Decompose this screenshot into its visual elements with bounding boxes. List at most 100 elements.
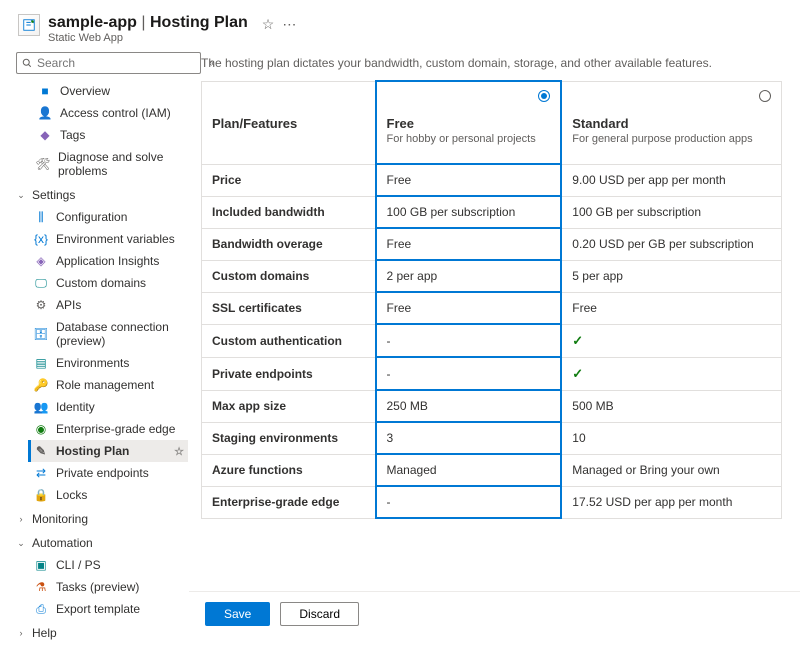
section-name: Hosting Plan [150,14,248,31]
more-icon[interactable]: ⋯ [282,16,296,33]
save-button[interactable]: Save [205,602,270,626]
feature-label: Max app size [202,390,376,422]
feature-value: - [376,324,562,357]
sidebar-item[interactable]: 👥Identity [30,396,188,418]
sidebar-item-label: Configuration [56,210,127,224]
sidebar-item-label: Overview [60,84,110,98]
sidebar-item-icon: ▤ [34,356,48,370]
sidebar-item-label: CLI / PS [56,558,101,572]
sidebar-item-icon: ✎ [34,444,48,458]
chevron-icon: ⌄ [16,190,26,201]
search-input[interactable] [33,56,196,70]
sidebar-item[interactable]: ⎙ Export template [30,598,188,620]
feature-label: Azure functions [202,454,376,486]
sidebar-item[interactable]: 🗄Database connection (preview) [30,316,188,352]
sidebar-item-icon: 👤 [38,106,52,120]
sidebar-item-label: Environments [56,356,129,370]
sidebar-group[interactable]: ›Help [16,620,188,644]
sidebar-item[interactable]: ⇄Private endpoints [30,462,188,484]
sidebar-item[interactable]: ▣ CLI / PS [30,554,188,576]
sidebar-item[interactable]: ✎ Hosting Plan ☆ [30,440,188,462]
sidebar-item-label: Export template [56,602,140,616]
favorite-icon[interactable]: ☆ [262,16,275,33]
sidebar-item-icon: ⚙ [34,298,48,312]
feature-value: - [376,357,562,390]
sidebar-item-icon: ◉ [34,422,48,436]
sidebar-item[interactable]: ◈Application Insights [30,250,188,272]
sidebar-item-label: Application Insights [56,254,159,268]
feature-label: Enterprise-grade edge [202,486,376,518]
feature-value: ✓ [561,357,781,390]
sidebar-item[interactable]: 🔒 Locks [30,484,188,506]
sidebar-item[interactable]: ⫼ Configuration [30,206,188,228]
search-icon [21,57,33,69]
discard-button[interactable]: Discard [280,602,359,626]
check-icon: ✓ [572,366,583,381]
app-name: sample-app [48,14,137,31]
resource-icon [18,14,40,36]
sidebar-item[interactable]: ◆ Tags [16,124,188,146]
sidebar-item-label: Diagnose and solve problems [58,150,184,178]
feature-label: Custom authentication [202,324,376,357]
feature-value: Free [376,164,562,196]
sidebar-item-label: Environment variables [56,232,175,246]
sidebar-item[interactable]: ■Overview [16,80,188,102]
main-content: The hosting plan dictates your bandwidth… [189,48,800,664]
feature-value: Managed or Bring your own [561,454,781,486]
sidebar-nav: ■Overview 👤 Access control (IAM) ◆ Tags 🛠Diag… [16,80,188,644]
sidebar-group[interactable]: ⌄Automation [16,530,188,554]
sidebar-item-label: Hosting Plan [56,444,129,458]
sidebar-group-label: Settings [32,188,75,202]
sidebar-item-icon: ⎙ [34,602,48,616]
feature-value: 5 per app [561,260,781,292]
feature-value: 10 [561,422,781,454]
feature-label: Bandwidth overage [202,228,376,260]
feature-value: 17.52 USD per app per month [561,486,781,518]
pin-icon[interactable]: ☆ [174,445,184,458]
sidebar-item[interactable]: ◉ Enterprise-grade edge [30,418,188,440]
sidebar-item-icon: ◆ [38,128,52,142]
sidebar-item-icon: ▣ [34,558,48,572]
footer-bar: Save Discard [189,591,800,636]
feature-value: Managed [376,454,562,486]
feature-value: 2 per app [376,260,562,292]
sidebar-group[interactable]: ⌄ Settings [16,182,188,206]
feature-value: 100 GB per subscription [376,196,562,228]
feature-value: - [376,486,562,518]
sidebar-item-label: Custom domains [56,276,146,290]
plan-radio[interactable] [538,90,550,105]
plan-header[interactable]: StandardFor general purpose production a… [561,81,781,164]
sidebar-item[interactable]: ⚗Tasks (preview) [30,576,188,598]
sidebar-item[interactable]: ⚙APIs [30,294,188,316]
sidebar-item-label: Access control (IAM) [60,106,171,120]
sidebar-item-label: Locks [56,488,87,502]
sidebar-item-label: Enterprise-grade edge [56,422,175,436]
feature-value: Free [561,292,781,324]
sidebar-item[interactable]: 🛠Diagnose and solve problems [16,146,188,182]
sidebar-item-icon: 🖵 [34,276,48,290]
features-header: Plan/Features [202,81,376,164]
feature-value: 3 [376,422,562,454]
feature-value: Free [376,228,562,260]
sidebar-item[interactable]: 🔑Role management [30,374,188,396]
sidebar-item[interactable]: 🖵 Custom domains [30,272,188,294]
sidebar-item[interactable]: {x} Environment variables [30,228,188,250]
sidebar-group-label: Monitoring [32,512,88,526]
sidebar-item-icon: {x} [34,232,48,246]
sidebar-group[interactable]: ›Monitoring [16,506,188,530]
chevron-icon: ⌄ [16,538,26,549]
check-icon: ✓ [572,333,583,348]
sidebar-item-icon: 🔒 [34,488,48,502]
feature-value: 250 MB [376,390,562,422]
plan-table: Plan/FeaturesFreeFor hobby or personal p… [201,80,782,519]
search-input-wrap[interactable] [16,52,201,74]
sidebar-item[interactable]: 👤 Access control (IAM) [16,102,188,124]
feature-label: Private endpoints [202,357,376,390]
sidebar-item-label: Tags [60,128,85,142]
sidebar-item[interactable]: ▤ Environments [30,352,188,374]
plan-radio[interactable] [759,90,771,105]
sidebar-item-icon: ⫼ [34,210,48,224]
plan-header[interactable]: FreeFor hobby or personal projects [376,81,562,164]
feature-value: Free [376,292,562,324]
feature-label: Staging environments [202,422,376,454]
